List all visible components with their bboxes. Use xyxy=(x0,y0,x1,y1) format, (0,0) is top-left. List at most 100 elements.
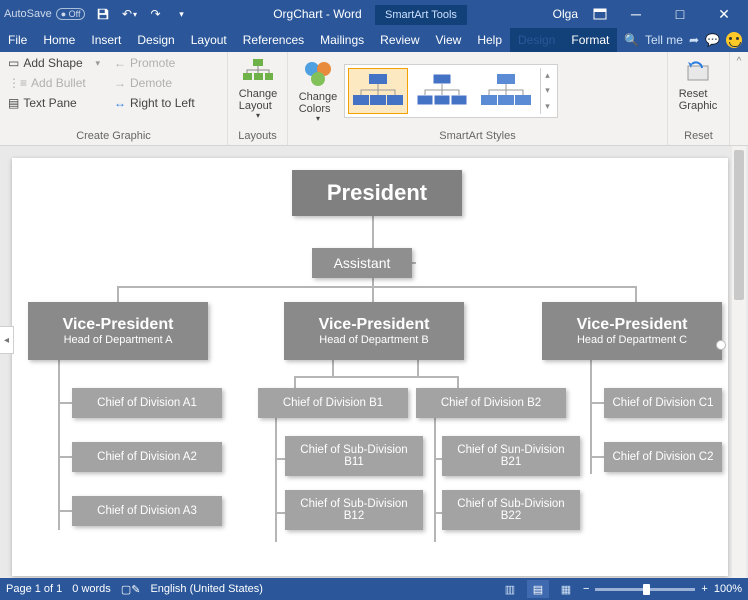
style-option-2[interactable] xyxy=(412,68,472,114)
group-reset-label: Reset xyxy=(672,128,725,145)
search-icon[interactable]: 🔍 xyxy=(624,33,639,47)
org-chief-b12[interactable]: Chief of Sub-Division B12 xyxy=(285,490,423,530)
tab-references[interactable]: References xyxy=(235,28,312,52)
print-layout-icon[interactable]: ▤ xyxy=(527,580,549,598)
status-words[interactable]: 0 words xyxy=(72,583,111,595)
zoom-slider-thumb[interactable] xyxy=(643,584,650,595)
right-to-left-button[interactable]: ↔Right to Left xyxy=(110,94,222,112)
org-chief-c1[interactable]: Chief of Division C1 xyxy=(604,388,722,418)
org-chief-b2[interactable]: Chief of Division B2 xyxy=(416,388,566,418)
tab-smartart-format[interactable]: Format xyxy=(563,28,617,52)
tab-home[interactable]: Home xyxy=(35,28,83,52)
promote-button[interactable]: ←Promote xyxy=(110,54,222,72)
smartart-handle[interactable] xyxy=(716,340,726,350)
minimize-button[interactable]: ─ xyxy=(616,0,656,28)
text-pane-button[interactable]: ▤Text Pane xyxy=(4,94,104,112)
change-colors-icon xyxy=(303,59,333,89)
org-president[interactable]: President xyxy=(292,170,462,216)
chevron-down-icon: ▾ xyxy=(316,115,320,124)
org-chief-c2[interactable]: Chief of Division C2 xyxy=(604,442,722,472)
text-pane-expand-icon[interactable]: ◂ xyxy=(0,326,14,354)
autosave-label: AutoSave xyxy=(4,8,52,20)
org-chief-a2[interactable]: Chief of Division A2 xyxy=(72,442,222,472)
tab-insert[interactable]: Insert xyxy=(83,28,129,52)
org-chief-a1[interactable]: Chief of Division A1 xyxy=(72,388,222,418)
ribbon-display-icon[interactable] xyxy=(588,3,612,25)
style-option-1[interactable] xyxy=(348,68,408,114)
text-pane-icon: ▤ xyxy=(8,96,19,110)
add-shape-button[interactable]: ▭Add Shape▾ xyxy=(4,54,104,72)
tell-me-input[interactable]: Tell me xyxy=(645,33,683,47)
document-area: President Assistant Vice-PresidentHead o… xyxy=(0,146,748,578)
context-tab-label: SmartArt Tools xyxy=(375,5,467,25)
save-icon[interactable] xyxy=(91,3,115,25)
redo-icon[interactable]: ↷ xyxy=(143,3,167,25)
bullet-icon: ⋮≡ xyxy=(8,76,27,90)
change-colors-button[interactable]: Change Colors ▾ xyxy=(292,57,344,126)
org-chief-b22[interactable]: Chief of Sub-Division B22 xyxy=(442,490,580,530)
read-mode-icon[interactable]: ▥ xyxy=(499,580,521,598)
status-bar: Page 1 of 1 0 words ▢✎ English (United S… xyxy=(0,578,748,600)
ribbon-tabs: File Home Insert Design Layout Reference… xyxy=(0,28,748,52)
autosave-toggle[interactable]: AutoSave ● Off xyxy=(4,8,85,20)
org-vp-b[interactable]: Vice-PresidentHead of Department B xyxy=(284,302,464,360)
web-layout-icon[interactable]: ▦ xyxy=(555,580,577,598)
maximize-button[interactable]: □ xyxy=(660,0,700,28)
style-option-3[interactable] xyxy=(476,68,536,114)
share-icon[interactable]: ➦ xyxy=(689,33,699,47)
zoom-slider[interactable] xyxy=(595,588,695,591)
org-vp-a[interactable]: Vice-PresidentHead of Department A xyxy=(28,302,208,360)
status-page[interactable]: Page 1 of 1 xyxy=(6,583,62,595)
demote-button[interactable]: →Demote xyxy=(110,74,222,92)
status-language[interactable]: English (United States) xyxy=(150,583,263,595)
ribbon: ▭Add Shape▾ ⋮≡Add Bullet ▤Text Pane ←Pro… xyxy=(0,52,748,146)
rtl-icon: ↔ xyxy=(114,96,126,110)
change-layout-icon xyxy=(243,56,273,86)
tab-mailings[interactable]: Mailings xyxy=(312,28,372,52)
org-chief-a3[interactable]: Chief of Division A3 xyxy=(72,496,222,526)
collapse-ribbon-icon[interactable]: ^ xyxy=(730,52,748,145)
org-chart[interactable]: President Assistant Vice-PresidentHead o… xyxy=(22,170,718,564)
change-layout-button[interactable]: Change Layout ▾ xyxy=(232,54,284,123)
tab-review[interactable]: Review xyxy=(372,28,427,52)
comments-icon[interactable]: 💬 xyxy=(705,33,720,47)
proofing-icon[interactable]: ▢✎ xyxy=(121,583,141,596)
document-page[interactable]: President Assistant Vice-PresidentHead o… xyxy=(12,158,728,576)
qat-customize-icon[interactable]: ▾ xyxy=(169,3,193,25)
chevron-down-icon: ▾ xyxy=(95,58,100,69)
scrollbar-thumb[interactable] xyxy=(734,150,744,300)
user-name[interactable]: Olga xyxy=(553,7,578,21)
org-chief-b21[interactable]: Chief of Sun-Division B21 xyxy=(442,436,580,476)
group-styles-label: SmartArt Styles xyxy=(292,128,663,145)
org-chief-b1[interactable]: Chief of Division B1 xyxy=(258,388,408,418)
add-shape-icon: ▭ xyxy=(8,56,19,70)
tab-design[interactable]: Design xyxy=(129,28,182,52)
org-vp-c[interactable]: Vice-PresidentHead of Department C xyxy=(542,302,722,360)
tab-smartart-design[interactable]: Design xyxy=(510,28,563,52)
tab-help[interactable]: Help xyxy=(469,28,510,52)
titlebar-right: Olga ─ □ ✕ xyxy=(547,0,744,28)
tab-file[interactable]: File xyxy=(0,28,35,52)
reset-graphic-button[interactable]: Reset Graphic xyxy=(672,54,724,114)
tab-view[interactable]: View xyxy=(428,28,470,52)
zoom-level[interactable]: 100% xyxy=(714,583,742,595)
org-chief-b11[interactable]: Chief of Sub-Division B11 xyxy=(285,436,423,476)
arrow-left-icon: ← xyxy=(114,56,126,70)
gallery-scroll-up-icon[interactable]: ▴ xyxy=(541,68,554,83)
org-assistant[interactable]: Assistant xyxy=(312,248,412,278)
close-button[interactable]: ✕ xyxy=(704,0,744,28)
zoom-in-icon[interactable]: + xyxy=(701,583,707,595)
reset-graphic-icon xyxy=(683,56,713,86)
autosave-state: ● Off xyxy=(56,8,86,20)
group-create-graphic-label: Create Graphic xyxy=(4,128,223,145)
vertical-scrollbar[interactable] xyxy=(732,146,746,578)
gallery-more-icon[interactable]: ▾ xyxy=(541,99,554,114)
gallery-scroll-down-icon[interactable]: ▾ xyxy=(541,83,554,98)
title-bar: AutoSave ● Off ↶▾ ↷ ▾ OrgChart - Word Sm… xyxy=(0,0,748,28)
smiley-feedback-icon[interactable] xyxy=(726,32,742,48)
add-bullet-button[interactable]: ⋮≡Add Bullet xyxy=(4,74,104,92)
zoom-out-icon[interactable]: − xyxy=(583,583,589,595)
smartart-styles-gallery: ▴ ▾ ▾ xyxy=(344,64,558,118)
undo-icon[interactable]: ↶▾ xyxy=(117,3,141,25)
tab-layout[interactable]: Layout xyxy=(183,28,235,52)
